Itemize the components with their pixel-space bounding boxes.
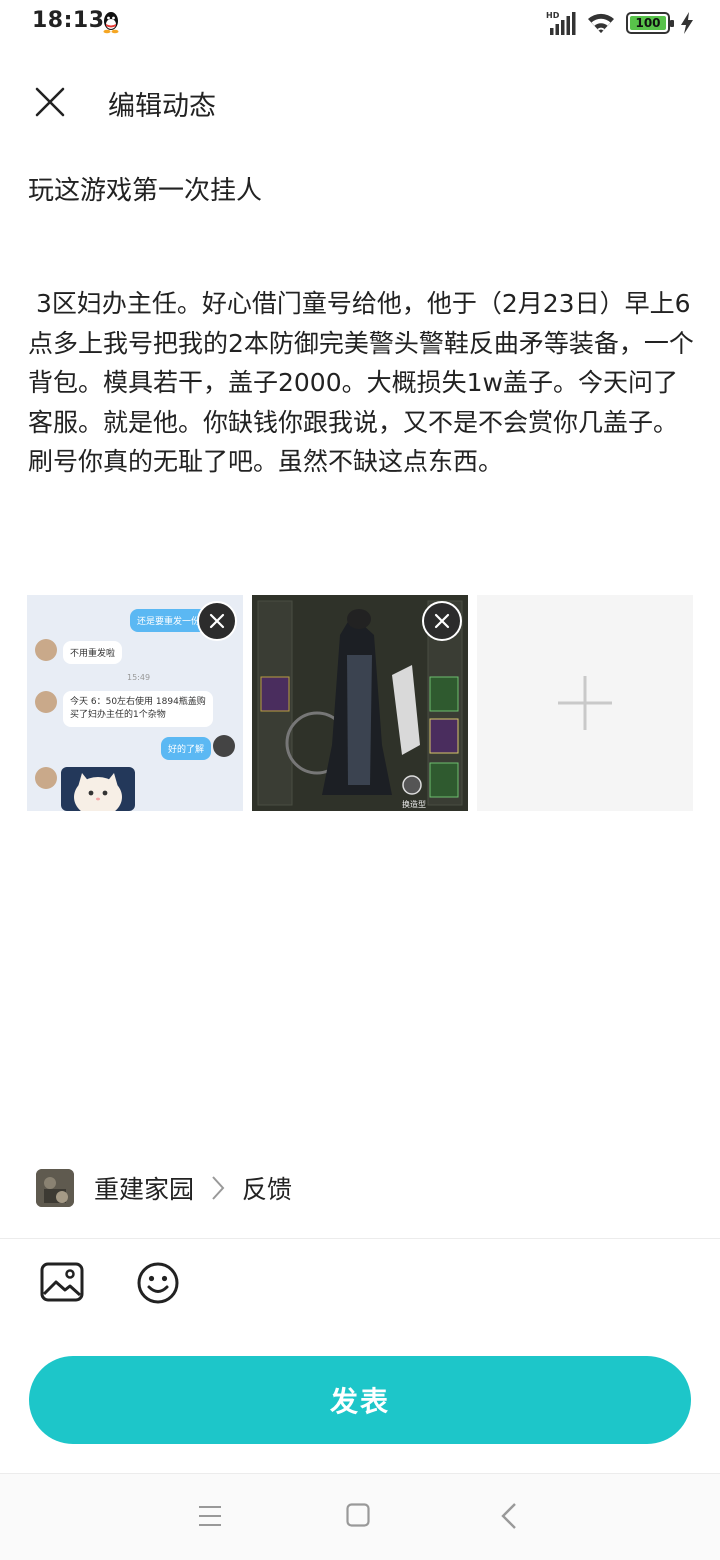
close-icon (35, 87, 65, 117)
battery-level: 100 (630, 16, 666, 30)
nav-bar (0, 1473, 720, 1560)
chat-avatar (35, 639, 57, 661)
image-icon[interactable] (40, 1262, 84, 1302)
chat-time: 15:49 (127, 673, 151, 682)
post-title-field[interactable]: 玩这游戏第一次挂人 (28, 170, 262, 207)
divider (0, 1238, 720, 1239)
battery-icon: 100 (626, 12, 674, 34)
menu-icon[interactable] (198, 1505, 222, 1527)
chat-avatar (213, 735, 235, 757)
status-bar: 18:13 HD 100 (0, 0, 720, 46)
publish-button[interactable]: 发表 (29, 1356, 691, 1444)
chat-message: 不用重发啦 (63, 641, 123, 664)
close-button[interactable] (30, 84, 70, 120)
topic-section: 反馈 (242, 1175, 293, 1204)
remove-attachment-button[interactable] (197, 601, 237, 641)
page-title: 编辑动态 (108, 91, 216, 122)
chevron-right-icon (212, 1176, 225, 1200)
svg-text:HD: HD (546, 11, 560, 20)
back-icon[interactable] (500, 1502, 518, 1530)
qq-icon (103, 12, 119, 34)
home-icon[interactable] (346, 1503, 370, 1527)
charging-icon (681, 12, 693, 34)
chat-avatar (35, 767, 57, 789)
attachment-image-chat[interactable]: 还是要重发一份 不用重发啦 15:49 今天 6：50左右使用 1894瓶盖购 … (27, 595, 243, 811)
header: 编辑动态 (0, 70, 720, 134)
status-time: 18:13 (32, 8, 105, 33)
add-image-button[interactable] (477, 595, 693, 811)
chat-avatar (35, 691, 57, 713)
post-body-field[interactable]: 3区妇办主任。好心借门童号给他，他于（2月23日）早上6点多上我号把我的2本防御… (28, 284, 698, 482)
cat-photo (61, 767, 135, 811)
plus-icon (558, 676, 612, 730)
remove-icon (209, 613, 225, 629)
chat-message: 还是要重发一份 (130, 609, 208, 632)
topic-selector[interactable]: 重建家园 反馈 (36, 1168, 292, 1208)
remove-icon (434, 613, 450, 629)
attachment-image-game[interactable]: 换造型 (252, 595, 468, 811)
emoji-icon[interactable] (136, 1261, 180, 1305)
chat-message: 今天 6：50左右使用 1894瓶盖购 买了妇办主任的1个杂物 (63, 691, 213, 727)
svg-text:换造型: 换造型 (402, 799, 426, 809)
attachment-grid: 还是要重发一份 不用重发啦 15:49 今天 6：50左右使用 1894瓶盖购 … (27, 595, 693, 811)
chat-message: 好的了解 (161, 737, 212, 760)
topic-game: 重建家园 (94, 1175, 195, 1204)
wifi-icon (588, 13, 614, 33)
remove-attachment-button[interactable] (422, 601, 462, 641)
signal-icon: HD (546, 11, 576, 35)
game-avatar (36, 1169, 74, 1207)
